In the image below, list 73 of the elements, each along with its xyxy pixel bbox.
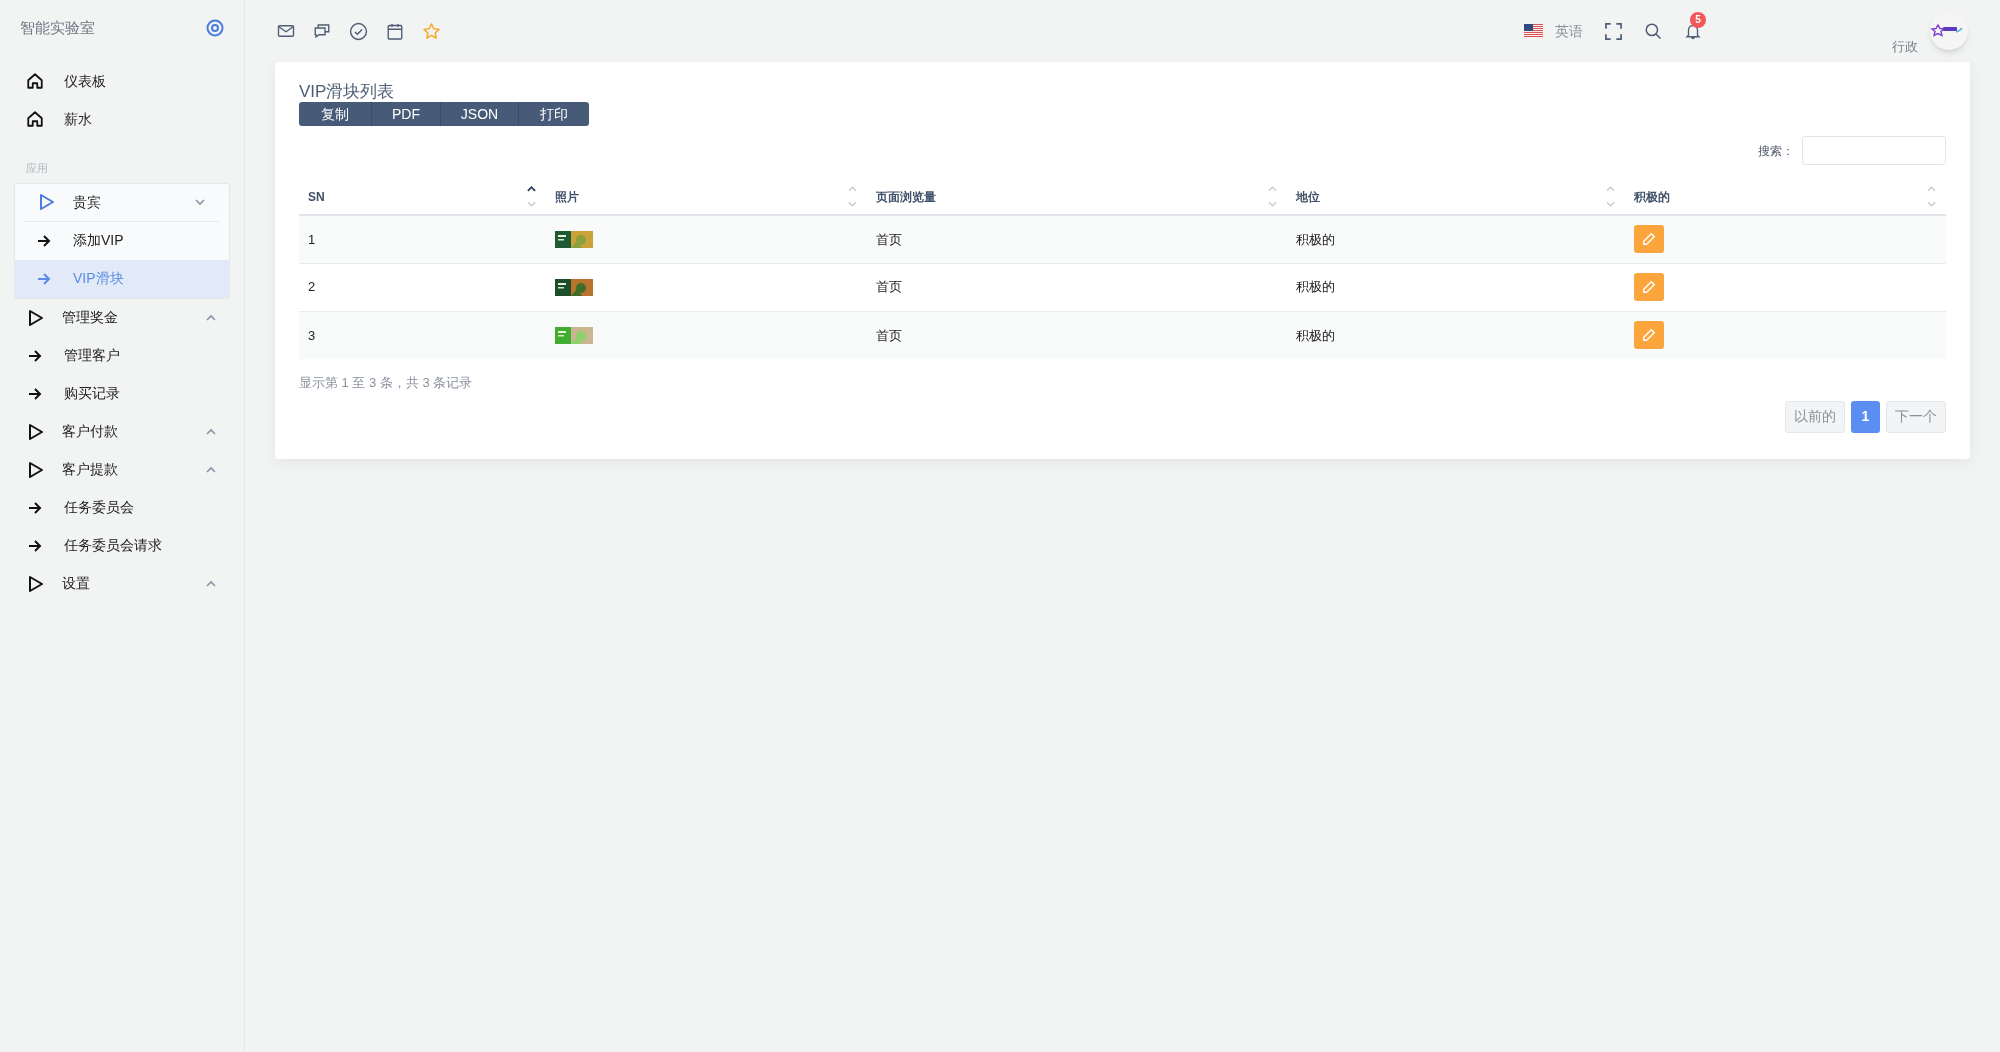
export-button[interactable]: 复制 bbox=[299, 102, 371, 126]
export-button[interactable]: PDF bbox=[371, 102, 440, 126]
sort-icon[interactable] bbox=[527, 186, 537, 207]
arrow-right-icon bbox=[37, 234, 51, 247]
calendar-icon[interactable] bbox=[386, 21, 404, 41]
avatar-icon[interactable] bbox=[1930, 12, 1968, 50]
sidebar-subitem[interactable]: 添加VIP bbox=[15, 221, 229, 260]
pencil-icon bbox=[1641, 280, 1656, 294]
edit-button[interactable] bbox=[1633, 273, 1664, 301]
export-button[interactable]: 打印 bbox=[518, 102, 589, 126]
play-icon bbox=[28, 574, 44, 593]
edit-button[interactable] bbox=[1633, 225, 1664, 254]
search-field[interactable] bbox=[1802, 136, 1946, 165]
sidebar-item[interactable]: 薪水 bbox=[0, 100, 244, 138]
table-info: 显示第 1 至 3 条，共 3 条记录 bbox=[299, 374, 474, 392]
edit-button[interactable] bbox=[1633, 321, 1664, 350]
sidebar-item[interactable]: 仪表板 bbox=[0, 62, 244, 100]
arrow-right-icon bbox=[28, 501, 42, 514]
play-icon bbox=[39, 193, 55, 211]
column-header[interactable]: SN bbox=[299, 179, 547, 215]
target-icon[interactable] bbox=[206, 19, 224, 37]
table-cell: 1 bbox=[299, 215, 547, 263]
sidebar-item[interactable]: 管理客户 bbox=[0, 336, 244, 375]
sidebar-group[interactable]: 管理奖金 bbox=[0, 298, 244, 337]
sidebar-group[interactable]: 贵宾 bbox=[25, 183, 219, 222]
card-title: VIP滑块列表 bbox=[299, 82, 396, 102]
sidebar-group[interactable]: 客户提款 bbox=[0, 450, 244, 489]
play-icon bbox=[28, 308, 44, 327]
check-circle-icon[interactable] bbox=[349, 21, 368, 41]
chevron-up-icon[interactable] bbox=[206, 428, 216, 435]
table-cell: 2 bbox=[299, 263, 547, 311]
sidebar-item[interactable]: 购买记录 bbox=[0, 374, 244, 413]
table-cell: 3 bbox=[299, 311, 547, 359]
fullscreen-icon[interactable] bbox=[1605, 22, 1622, 40]
table-cell: 积极的 bbox=[1287, 263, 1625, 311]
notification-badge: 5 bbox=[1690, 11, 1706, 28]
column-header[interactable]: 积极的 bbox=[1624, 179, 1946, 215]
search-label: 搜索： bbox=[1758, 142, 1794, 160]
home-icon bbox=[26, 110, 44, 128]
brand-name: 智能实验室 bbox=[20, 17, 95, 38]
sidebar-item[interactable]: 任务委员会请求 bbox=[0, 526, 244, 565]
arrow-right-icon bbox=[37, 272, 51, 285]
pencil-icon bbox=[1641, 232, 1656, 247]
table-cell: 积极的 bbox=[1287, 215, 1625, 263]
table-cell: 首页 bbox=[867, 263, 1288, 311]
sidebar-group[interactable]: 客户付款 bbox=[0, 412, 244, 451]
section-label: 应用 bbox=[25, 161, 49, 176]
column-header[interactable]: 页面浏览量 bbox=[867, 179, 1288, 215]
table-cell: 首页 bbox=[867, 311, 1288, 359]
chevron-up-icon[interactable] bbox=[206, 314, 216, 321]
chevron-up-icon[interactable] bbox=[206, 466, 216, 473]
star-icon[interactable] bbox=[422, 21, 441, 41]
search-icon[interactable] bbox=[1644, 22, 1662, 40]
user-name[interactable]: 行政 bbox=[1892, 36, 1918, 56]
table-cell: 首页 bbox=[867, 215, 1288, 263]
arrow-right-icon bbox=[28, 539, 42, 552]
table-cell: 积极的 bbox=[1287, 311, 1625, 359]
mail-icon[interactable] bbox=[277, 22, 295, 40]
arrow-right-icon bbox=[28, 387, 42, 400]
sidebar-group[interactable]: 设置 bbox=[0, 564, 244, 603]
chat-icon[interactable] bbox=[313, 22, 331, 40]
chevron-up-icon[interactable] bbox=[206, 580, 216, 587]
flag-icon[interactable] bbox=[1524, 24, 1543, 38]
sidebar-item[interactable]: 任务委员会 bbox=[0, 488, 244, 527]
play-icon bbox=[28, 422, 44, 441]
play-icon bbox=[28, 460, 44, 479]
column-header[interactable]: 地位 bbox=[1287, 179, 1625, 215]
arrow-right-icon bbox=[28, 349, 42, 362]
pencil-icon bbox=[1641, 328, 1656, 343]
home-icon bbox=[26, 72, 44, 90]
chevron-down-icon[interactable] bbox=[195, 198, 205, 206]
export-button[interactable]: JSON bbox=[440, 102, 518, 126]
column-header[interactable]: 照片 bbox=[546, 179, 868, 215]
